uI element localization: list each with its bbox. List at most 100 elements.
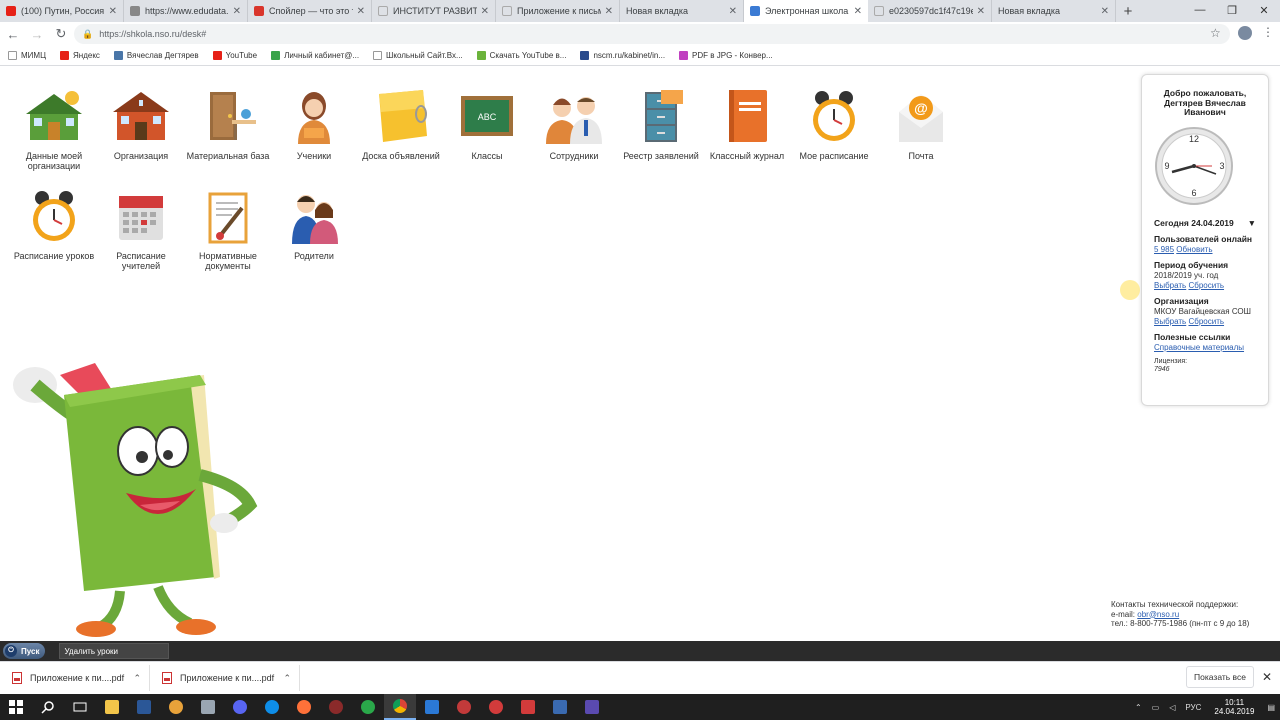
desk-icon-lesson-schedule[interactable]: Расписание уроков: [12, 188, 96, 261]
bookmark-3[interactable]: YouTube: [212, 51, 257, 60]
network-icon[interactable]: ▭: [1152, 703, 1160, 712]
users-online-count[interactable]: 5 985: [1154, 245, 1174, 254]
search-icon[interactable]: [32, 694, 64, 720]
desk-icon-org-data[interactable]: Данные моей организации: [12, 88, 96, 171]
tab-7[interactable]: e0230597dc1f47c19e77✕: [868, 0, 992, 22]
desk-icon-organization[interactable]: Организация: [99, 88, 183, 161]
minimize-icon[interactable]: —: [1184, 0, 1216, 20]
desk-icon-normative-docs[interactable]: Нормативные документы: [186, 188, 270, 271]
reference-materials-link[interactable]: Справочные материалы: [1154, 343, 1244, 352]
period-choose-link[interactable]: Выбрать: [1154, 281, 1186, 290]
close-icon[interactable]: ✕: [481, 6, 489, 17]
close-icon[interactable]: ✕: [109, 6, 117, 17]
task-delete-lessons[interactable]: Удалить уроки: [59, 643, 170, 659]
tab-4[interactable]: Приложение к письм ✕: [496, 0, 620, 22]
chevron-up-icon[interactable]: ⌃: [1135, 703, 1142, 712]
restore-icon[interactable]: ❐: [1216, 0, 1248, 20]
app-icon[interactable]: [448, 694, 480, 720]
bookmark-4[interactable]: Личный кабинет@...: [271, 51, 359, 60]
chevron-up-icon[interactable]: ⌃: [133, 673, 141, 684]
app-icon[interactable]: [320, 694, 352, 720]
word-icon[interactable]: [128, 694, 160, 720]
pdf-icon: [162, 672, 172, 684]
firefox-icon[interactable]: [288, 694, 320, 720]
notifications-icon[interactable]: ▤: [1267, 703, 1275, 712]
window-controls: — ❐ ✕: [1184, 0, 1280, 20]
start-button[interactable]: ⏻ Пуск: [3, 643, 46, 659]
triangle-down-icon[interactable]: ▼: [1248, 218, 1256, 228]
bookmark-8[interactable]: PDF в JPG - Конвер...: [679, 51, 773, 60]
today-date[interactable]: Сегодня 24.04.2019 ▼: [1154, 218, 1256, 228]
close-icon[interactable]: ✕: [854, 6, 862, 17]
app-icon[interactable]: [416, 694, 448, 720]
desk-icon-material-base[interactable]: Материальная база: [186, 88, 270, 161]
close-window-icon[interactable]: ✕: [1248, 0, 1280, 20]
tab-1[interactable]: https://www.edudata.r ✕: [124, 0, 248, 22]
desk-icon-teacher-schedule[interactable]: Расписание учителей: [99, 188, 183, 271]
bookmark-star-icon[interactable]: ☆: [1210, 26, 1221, 40]
app-icon[interactable]: [576, 694, 608, 720]
close-downloads-icon[interactable]: ✕: [1262, 670, 1272, 684]
desk-icon-parents[interactable]: Родители: [272, 188, 356, 261]
show-all-downloads-button[interactable]: Показать все: [1186, 666, 1254, 688]
bookmark-2[interactable]: Вячеслав Дегтярев: [113, 51, 199, 60]
desk-icon-my-schedule[interactable]: Мое расписание: [792, 88, 876, 161]
bookmark-5[interactable]: Школьный Сайт.Вх...: [373, 51, 463, 60]
app-icon[interactable]: [512, 694, 544, 720]
download-item-0[interactable]: Приложение к пи....pdf ⌃: [0, 665, 150, 691]
bookmark-6[interactable]: Скачать YouTube в...: [476, 51, 566, 60]
desk-icon-applications[interactable]: Реестр заявлений: [619, 88, 703, 161]
bookmarks-bar: МИМЦ Яндекс Вячеслав Дегтярев YouTube Ли…: [0, 46, 1280, 66]
chevron-up-icon[interactable]: ⌃: [283, 673, 291, 684]
refresh-link[interactable]: Обновить: [1176, 245, 1212, 254]
tab-2[interactable]: Спойлер — что это та ✕: [248, 0, 372, 22]
tab-3[interactable]: ИНСТИТУТ РАЗВИТИ ✕: [372, 0, 496, 22]
profile-avatar[interactable]: [1238, 26, 1252, 40]
org-reset-link[interactable]: Сбросить: [1188, 317, 1224, 326]
desk-icon-mail[interactable]: @ Почта: [879, 88, 963, 161]
volume-icon[interactable]: ◁: [1169, 703, 1175, 712]
close-icon[interactable]: ✕: [357, 6, 365, 17]
bookmark-7[interactable]: nscm.ru/kabinet/in...: [580, 51, 665, 60]
menu-dots-icon[interactable]: ⋮: [1262, 25, 1274, 39]
desk-icon-staff[interactable]: Сотрудники: [532, 88, 616, 161]
period-reset-link[interactable]: Сбросить: [1188, 281, 1224, 290]
app-icon[interactable]: [160, 694, 192, 720]
close-icon[interactable]: ✕: [605, 6, 613, 17]
download-item-1[interactable]: Приложение к пи....pdf ⌃: [150, 665, 300, 691]
support-email-link[interactable]: obr@nso.ru: [1137, 610, 1179, 619]
app-icon[interactable]: [544, 694, 576, 720]
address-bar[interactable]: 🔒 https://shkola.nso.ru/desk#: [74, 24, 1230, 44]
clock-display[interactable]: 10:11 24.04.2019: [1214, 698, 1254, 716]
app-icon[interactable]: [192, 694, 224, 720]
app-icon[interactable]: [224, 694, 256, 720]
windows-start-icon[interactable]: [0, 694, 32, 720]
language-indicator[interactable]: РУС: [1185, 703, 1201, 712]
close-icon[interactable]: ✕: [977, 6, 985, 17]
back-icon[interactable]: ←: [2, 23, 24, 45]
close-icon[interactable]: ✕: [1101, 6, 1109, 17]
org-choose-link[interactable]: Выбрать: [1154, 317, 1186, 326]
reload-icon[interactable]: ↻: [50, 23, 72, 45]
file-explorer-icon[interactable]: [96, 694, 128, 720]
bookmark-0[interactable]: МИМЦ: [8, 51, 46, 60]
close-icon[interactable]: ✕: [233, 6, 241, 17]
bookmark-1[interactable]: Яндекс: [60, 51, 100, 60]
desk-icon-notice-board[interactable]: Доска объявлений: [359, 88, 443, 161]
new-tab-button[interactable]: +: [1116, 0, 1140, 22]
forward-icon[interactable]: →: [26, 23, 48, 45]
chrome-icon[interactable]: [384, 694, 416, 720]
desk-icon-students[interactable]: Ученики: [272, 88, 356, 161]
close-icon[interactable]: ✕: [729, 6, 737, 17]
tab-8[interactable]: Новая вкладка ✕: [992, 0, 1116, 22]
task-view-icon[interactable]: [64, 694, 96, 720]
tab-5[interactable]: Новая вкладка ✕: [620, 0, 744, 22]
alarm-clock-icon: [33, 191, 75, 241]
app-icon[interactable]: [480, 694, 512, 720]
tab-6-active[interactable]: Электронная школа ✕: [744, 0, 868, 22]
app-icon[interactable]: [352, 694, 384, 720]
desk-icon-class-journal[interactable]: Классный журнал: [705, 88, 789, 161]
tab-0[interactable]: (100) Путин, Россия и ✕: [0, 0, 124, 22]
teamviewer-icon[interactable]: [256, 694, 288, 720]
desk-icon-classes[interactable]: ABC Классы: [445, 88, 529, 161]
